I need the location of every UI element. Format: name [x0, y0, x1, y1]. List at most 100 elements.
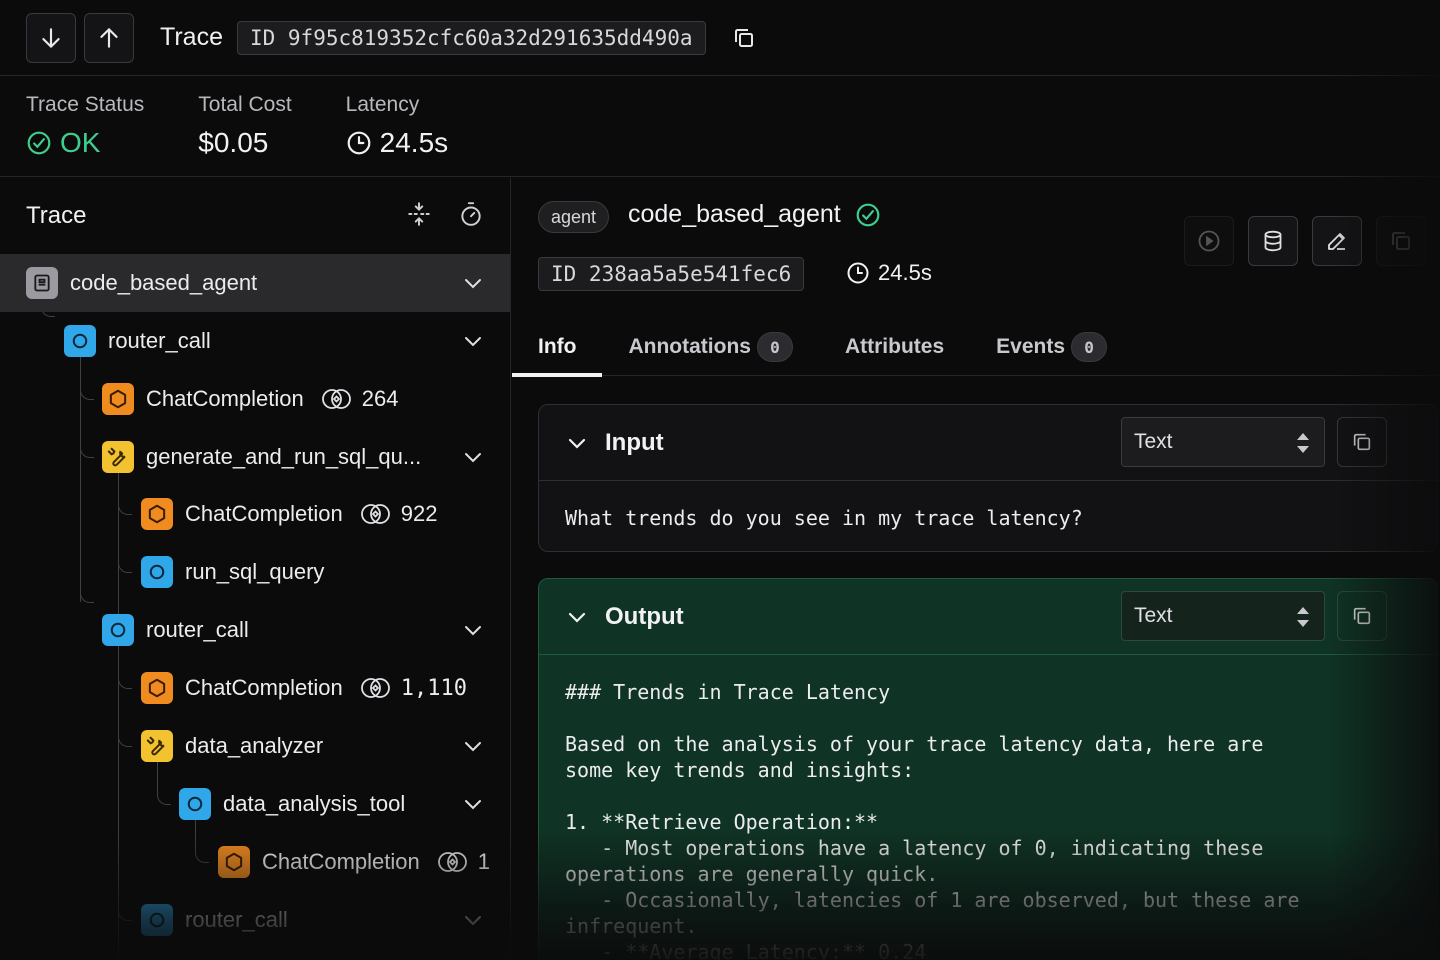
- tab-label: Annotations: [628, 335, 751, 358]
- chevron-down-icon[interactable]: [461, 329, 485, 353]
- chevron-down-icon[interactable]: [565, 605, 589, 629]
- input-content: What trends do you see in my trace laten…: [565, 506, 1083, 530]
- span-id: ID 238aa5a5e541fec6: [538, 257, 805, 291]
- trace-stats: Trace Status OK Total Cost $0.05 Latency…: [0, 77, 1440, 177]
- tree-node-label: data_analyzer: [185, 733, 324, 758]
- tree-node-label: code_based_agent: [70, 270, 258, 295]
- tree-node-chat-completion[interactable]: ChatCompletion 922: [0, 485, 510, 543]
- check-circle-icon: [27, 131, 51, 155]
- copy-input-button[interactable]: [1337, 417, 1387, 467]
- tab-events[interactable]: Events 0: [996, 318, 1108, 376]
- pencil-icon: [1328, 233, 1345, 250]
- copy-output-button[interactable]: [1337, 591, 1387, 641]
- trace-status-stat: Trace Status OK: [26, 93, 144, 176]
- play-circle-icon: [1198, 230, 1220, 252]
- trace-header: Trace ID 9f95c819352cfc60a32d291635dd490…: [0, 0, 1440, 76]
- fold-vertical-icon: [408, 201, 430, 226]
- output-card-header[interactable]: Output Text: [539, 579, 1437, 655]
- copy-icon: [1353, 433, 1371, 451]
- tree-node-router-call[interactable]: router_call: [0, 601, 510, 659]
- chain-span-icon: [179, 788, 211, 820]
- token-count-value: 1: [477, 849, 490, 874]
- chain-span-icon: [64, 325, 96, 357]
- tree-node-chat-completion[interactable]: ChatCompletion 264: [0, 370, 510, 428]
- token-count-value: 264: [361, 386, 399, 411]
- status-text: OK: [60, 127, 101, 158]
- llm-span-icon: [218, 846, 250, 878]
- total-cost-value: $0.05: [198, 127, 269, 158]
- clock-icon: [847, 262, 869, 284]
- sort-arrows-icon: [1297, 433, 1309, 453]
- span-title: code_based_agent: [628, 200, 881, 229]
- output-format-select[interactable]: Text: [1121, 591, 1325, 641]
- tree-node-router-call[interactable]: router_call: [0, 891, 510, 949]
- total-cost-stat: Total Cost $0.05: [198, 93, 291, 176]
- tree-node-label: ChatCompletion: [262, 849, 420, 874]
- input-format-select[interactable]: Text: [1121, 417, 1325, 467]
- llm-span-icon: [141, 498, 173, 530]
- select-value: Text: [1134, 604, 1173, 627]
- output-content: ### Trends in Trace Latency Based on the…: [565, 680, 1300, 960]
- token-count: 1,110: [359, 676, 467, 701]
- previous-trace-button[interactable]: [84, 12, 134, 63]
- span-latency-value: 24.5s: [878, 260, 932, 285]
- clock-icon: [347, 131, 371, 155]
- tokens-icon: [321, 389, 351, 409]
- chevron-down-icon[interactable]: [565, 431, 589, 455]
- tree-node-generate-and-run-sql[interactable]: generate_and_run_sql_qu...: [0, 428, 510, 486]
- tree-node-data-analysis-tool[interactable]: data_analysis_tool: [0, 775, 510, 833]
- tool-span-icon: [102, 441, 134, 473]
- tab-annotations[interactable]: Annotations 0: [628, 318, 793, 376]
- span-kind-badge: agent: [538, 201, 610, 233]
- tab-attributes[interactable]: Attributes: [845, 318, 944, 376]
- copy-icon: [1392, 232, 1410, 250]
- output-card: Output Text ### Trends in Trace Latency …: [538, 578, 1438, 960]
- tree-node-label: generate_and_run_sql_qu...: [146, 444, 422, 469]
- chevron-down-icon[interactable]: [461, 445, 485, 469]
- next-trace-button[interactable]: [26, 12, 76, 63]
- add-to-dataset-button[interactable]: [1248, 216, 1298, 266]
- copy-icon: [1353, 607, 1371, 625]
- chevron-down-icon[interactable]: [461, 734, 485, 758]
- chevron-down-icon[interactable]: [461, 618, 485, 642]
- chevron-down-icon[interactable]: [461, 908, 485, 932]
- tree-node-label: data_analysis_tool: [223, 791, 406, 816]
- arrow-up-icon: [100, 27, 118, 48]
- trace-status-label: Trace Status: [26, 93, 145, 116]
- tab-info[interactable]: Info: [512, 318, 604, 377]
- tokens-icon: [437, 852, 467, 872]
- agent-span-icon: [26, 267, 58, 299]
- annotate-button[interactable]: [1312, 216, 1362, 266]
- copy-icon: [734, 28, 753, 47]
- tree-node-data-analyzer[interactable]: data_analyzer: [0, 717, 510, 775]
- tree-node-run-sql-query[interactable]: run_sql_query: [0, 543, 510, 601]
- tree-node-chat-completion[interactable]: ChatCompletion 1,110: [0, 659, 510, 717]
- chevron-down-icon[interactable]: [461, 792, 485, 816]
- input-card-header[interactable]: Input Text: [539, 405, 1437, 481]
- tree-node-label: run_sql_query: [185, 559, 325, 584]
- timing-toggle-button[interactable]: [458, 201, 484, 232]
- check-circle-icon: [856, 203, 880, 226]
- span-name: code_based_agent: [628, 200, 841, 228]
- arrow-down-icon: [42, 27, 60, 48]
- tree-node-label: router_call: [185, 907, 288, 932]
- sort-arrows-icon: [1297, 607, 1309, 627]
- latency-text: 24.5s: [379, 127, 449, 158]
- tree-node-code-based-agent[interactable]: code_based_agent: [0, 254, 510, 312]
- chevron-down-icon[interactable]: [461, 271, 485, 295]
- trace-tree-panel: Trace code_based_agent router_call ChatC…: [0, 178, 511, 960]
- collapse-expand-button[interactable]: [406, 201, 432, 232]
- tokens-icon: [360, 504, 390, 524]
- tree-node-label: router_call: [146, 617, 249, 642]
- llm-span-icon: [141, 672, 173, 704]
- tree-node-router-call[interactable]: router_call: [0, 312, 510, 370]
- tokens-icon: [360, 678, 390, 698]
- select-value: Text: [1134, 430, 1173, 453]
- tree-node-chat-completion[interactable]: ChatCompletion 1: [0, 833, 510, 891]
- chain-span-icon: [141, 556, 173, 588]
- latency-value: 24.5s: [346, 127, 449, 159]
- replay-span-button[interactable]: [1184, 216, 1234, 266]
- copy-trace-id-button[interactable]: [732, 26, 756, 50]
- database-icon: [1264, 230, 1282, 252]
- copy-span-button[interactable]: [1376, 216, 1426, 266]
